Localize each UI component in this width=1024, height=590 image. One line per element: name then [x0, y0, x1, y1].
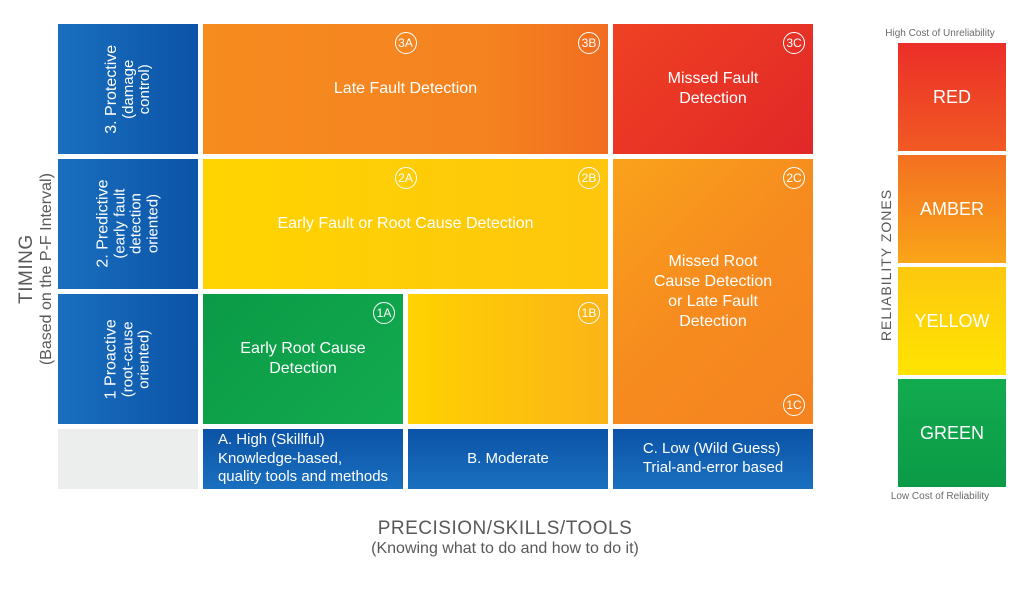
col-header-C: C. Low (Wild Guess) Trial-and-error base…	[613, 429, 813, 489]
row-3-minor: (damage control)	[120, 45, 153, 134]
col-header-B: B. Moderate	[408, 429, 608, 489]
swatch-yellow: YELLOW	[898, 267, 1006, 375]
cell-2C-1C: 2C 1C Missed Root Cause Detection or Lat…	[613, 159, 813, 424]
cell-3AB: 3A 3B Late Fault Detection	[203, 24, 608, 154]
badge-1B: 1B	[578, 302, 600, 324]
legend-axis-label-wrap: RELIABILITY ZONES	[874, 43, 898, 487]
cell-3AB-label: Late Fault Detection	[334, 79, 477, 99]
badge-3A: 3A	[395, 32, 417, 54]
cell-1A-label: Early Root Cause Detection	[240, 339, 365, 379]
cell-right-label: Missed Root Cause Detection or Late Faul…	[654, 252, 772, 332]
legend: High Cost of Unreliability RELIABILITY Z…	[874, 28, 1006, 502]
col-header-A: A. High (Skillful) Knowledge-based, qual…	[203, 429, 403, 489]
row-1-major: 1 Proactive	[103, 319, 121, 399]
y-axis-title: TIMING	[16, 173, 38, 365]
legend-bottom-caption: Low Cost of Reliability	[874, 491, 1006, 502]
legend-swatches: RED AMBER YELLOW GREEN	[898, 43, 1006, 487]
x-axis: PRECISION/SKILLS/TOOLS (Knowing what to …	[200, 518, 810, 558]
y-axis-subtitle: (Based on the P-F Interval)	[38, 173, 56, 365]
row-header-2: 2. Predictive (early fault detection ori…	[58, 159, 198, 289]
blank-corner	[58, 429, 198, 489]
badge-2C: 2C	[783, 167, 805, 189]
legend-axis-label: RELIABILITY ZONES	[878, 189, 894, 341]
row-header-1: 1 Proactive (root-cause oriented)	[58, 294, 198, 424]
badge-1C: 1C	[783, 394, 805, 416]
matrix-grid: 3. Protective (damage control) 3A 3B Lat…	[58, 24, 854, 514]
cell-2AB-label: Early Fault or Root Cause Detection	[277, 214, 533, 234]
badge-3C: 3C	[783, 32, 805, 54]
badge-2A: 2A	[395, 167, 417, 189]
cell-3C-label: Missed Fault Detection	[668, 69, 759, 109]
row-header-3: 3. Protective (damage control)	[58, 24, 198, 154]
cell-2AB: 2A 2B Early Fault or Root Cause Detectio…	[203, 159, 608, 289]
row-1-minor: (root-cause oriented)	[120, 319, 153, 399]
row-2-minor: (early fault detection oriented)	[112, 180, 162, 268]
x-axis-title: PRECISION/SKILLS/TOOLS	[200, 518, 810, 540]
y-axis: TIMING (Based on the P-F Interval)	[14, 24, 58, 514]
cell-3C: 3C Missed Fault Detection	[613, 24, 813, 154]
badge-3B: 3B	[578, 32, 600, 54]
x-axis-subtitle: (Knowing what to do and how to do it)	[200, 540, 810, 558]
cell-1A: 1A Early Root Cause Detection	[203, 294, 403, 424]
badge-1A: 1A	[373, 302, 395, 324]
badge-2B: 2B	[578, 167, 600, 189]
swatch-green: GREEN	[898, 379, 1006, 487]
cell-1B: 1B	[408, 294, 608, 424]
legend-top-caption: High Cost of Unreliability	[874, 28, 1006, 39]
row-2-major: 2. Predictive	[94, 180, 112, 268]
swatch-red: RED	[898, 43, 1006, 151]
swatch-amber: AMBER	[898, 155, 1006, 263]
row-3-major: 3. Protective	[103, 45, 121, 134]
matrix-wrap: TIMING (Based on the P-F Interval) 3. Pr…	[14, 24, 854, 514]
